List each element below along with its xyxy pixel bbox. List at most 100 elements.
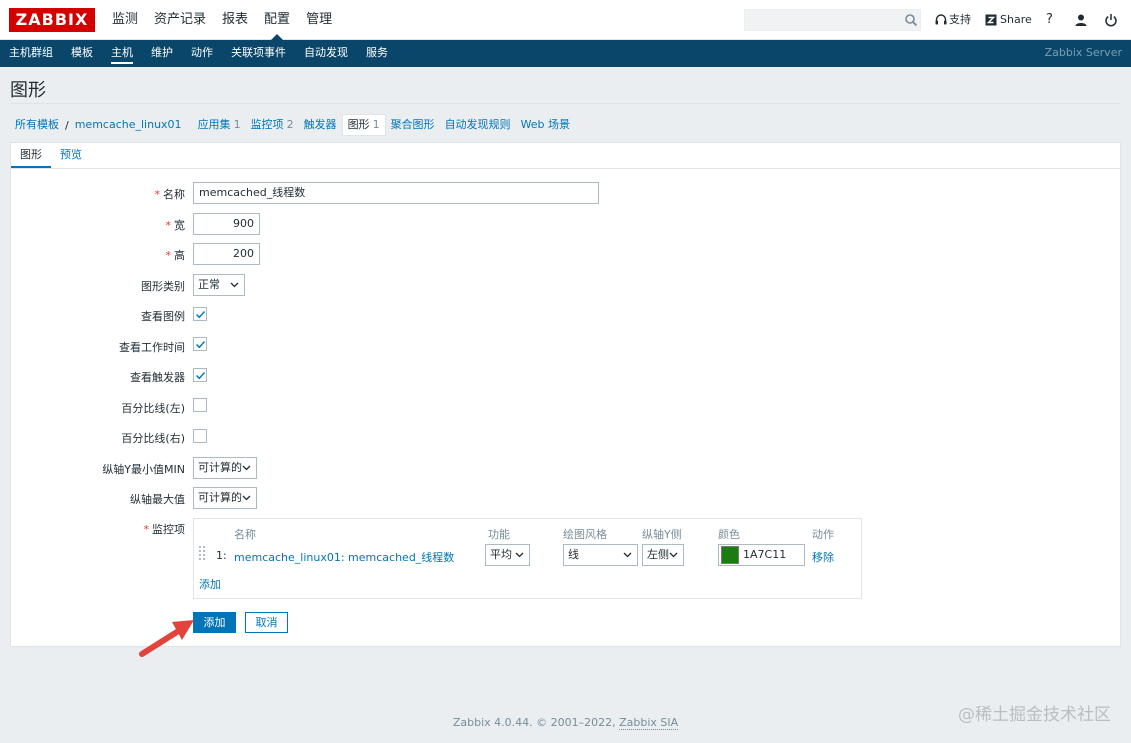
menu-administration[interactable]: 管理: [298, 0, 340, 40]
show-legend-label: 查看图例: [141, 310, 185, 323]
support-label: 支持: [949, 13, 971, 26]
checkmark-icon: [196, 311, 206, 319]
add-item-link[interactable]: 添加: [199, 576, 221, 592]
crumb-items[interactable]: 监控项 2: [246, 115, 299, 135]
required-mark: *: [165, 249, 172, 262]
percentile-left-label: 百分比线(左): [121, 402, 185, 415]
width-label-text: 宽: [174, 219, 185, 232]
help-button[interactable]: ?: [1046, 0, 1053, 40]
menu-inventory[interactable]: 资产记录: [146, 0, 214, 40]
crumb-items-label: 监控项: [250, 118, 284, 131]
show-triggers-checkbox[interactable]: [193, 368, 207, 382]
menu-reports[interactable]: 报表: [214, 0, 256, 40]
graph-type-select[interactable]: 正常: [193, 274, 245, 296]
y-max-select[interactable]: 可计算的: [193, 487, 257, 509]
height-input[interactable]: 200: [193, 243, 260, 265]
user-profile-icon[interactable]: [1074, 13, 1088, 27]
y-axis-side-value: 左侧: [647, 548, 669, 561]
crumb-screens[interactable]: 聚合图形: [386, 115, 440, 135]
percentile-right-label: 百分比线(右): [121, 432, 185, 445]
tab-graph[interactable]: 图形: [11, 143, 51, 168]
form-tabs: 图形 预览: [11, 143, 1120, 169]
y-min-label: 纵轴Y最小值MIN: [102, 463, 185, 476]
subnav-maintenance[interactable]: 维护: [142, 40, 182, 67]
crumb-applications[interactable]: 应用集 1: [193, 115, 246, 135]
subnav-event-correlation[interactable]: 关联项事件: [222, 40, 295, 67]
graph-form-panel: 图形 预览 * 名称 memcached_线程数 * 宽 900 * 高 200 图形…: [10, 142, 1121, 647]
show-triggers-label: 查看触发器: [130, 371, 185, 384]
drag-handle-icon[interactable]: [199, 546, 206, 562]
headset-icon: [935, 14, 947, 25]
show-working-time-label: 查看工作时间: [119, 341, 185, 354]
y-max-label: 纵轴最大值: [130, 493, 185, 506]
subnav-services[interactable]: 服务: [357, 40, 397, 67]
name-input[interactable]: memcached_线程数: [193, 182, 599, 204]
crumb-discovery-rules[interactable]: 自动发现规则: [440, 115, 516, 135]
breadcrumb: 所有模板 / memcache_linux01 应用集 1 监控项 2 触发器 图形…: [10, 114, 575, 136]
search-input[interactable]: [744, 9, 921, 31]
menu-configuration[interactable]: 配置: [256, 0, 298, 40]
cancel-button[interactable]: 取消: [245, 612, 288, 633]
zabbix-logo[interactable]: ZABBIX: [9, 8, 95, 32]
chevron-down-icon: [669, 552, 678, 558]
col-header-function: 功能: [488, 528, 510, 541]
item-name-link[interactable]: memcache_linux01: memcached_线程数: [234, 549, 454, 565]
y-axis-side-select[interactable]: 左侧: [642, 544, 684, 566]
items-label-text: 监控项: [152, 523, 185, 536]
subnav-host-groups[interactable]: 主机群组: [0, 40, 62, 67]
tab-preview[interactable]: 预览: [51, 143, 91, 168]
page-title: 图形: [10, 80, 46, 101]
checkmark-icon: [196, 341, 206, 349]
y-max-value: 可计算的: [198, 491, 242, 504]
crumb-graphs-count: 1: [372, 118, 380, 131]
color-swatch[interactable]: [721, 546, 739, 564]
main-menu: 监测 资产记录 报表 配置 管理: [104, 0, 340, 40]
draw-style-select[interactable]: 线: [563, 544, 638, 566]
menu-monitoring[interactable]: 监测: [104, 0, 146, 40]
footer-company-link[interactable]: Zabbix SIA: [619, 716, 679, 730]
add-button[interactable]: 添加: [193, 612, 236, 633]
crumb-all-templates[interactable]: 所有模板: [10, 115, 64, 135]
y-min-select[interactable]: 可计算的: [193, 457, 257, 479]
chevron-down-icon: [242, 495, 251, 501]
share-label: Share: [1000, 13, 1032, 26]
graph-items-table: 名称 功能 绘图风格 纵轴Y侧 颜色 动作 1: memcache_linux0…: [193, 518, 862, 599]
annotation-arrow-icon: [139, 620, 194, 657]
subnav-templates[interactable]: 模板: [62, 40, 102, 67]
subnav-actions[interactable]: 动作: [182, 40, 222, 67]
remove-item-link[interactable]: 移除: [812, 549, 834, 565]
row-number: 1:: [216, 549, 227, 562]
width-input[interactable]: 900: [193, 213, 260, 235]
percentile-left-checkbox[interactable]: [193, 398, 207, 412]
crumb-host[interactable]: memcache_linux01: [70, 115, 187, 135]
checkmark-icon: [196, 372, 206, 380]
percentile-right-checkbox[interactable]: [193, 429, 207, 443]
required-mark: *: [165, 219, 172, 232]
items-label: * 监控项: [11, 521, 186, 537]
footer-text: Zabbix 4.0.44. © 2001–2022,: [452, 716, 616, 729]
chevron-down-icon: [515, 552, 524, 558]
crumb-items-count: 2: [286, 118, 294, 131]
show-legend-checkbox[interactable]: [193, 307, 207, 321]
crumb-web-scenarios[interactable]: Web 场景: [516, 115, 575, 135]
sign-out-icon[interactable]: [1104, 13, 1118, 27]
support-link[interactable]: 支持: [934, 0, 971, 40]
function-select[interactable]: 平均: [485, 544, 530, 566]
show-working-time-checkbox[interactable]: [193, 337, 207, 351]
function-value: 平均: [490, 548, 512, 561]
crumb-graphs[interactable]: 图形 1: [341, 114, 386, 136]
name-label: * 名称: [11, 186, 186, 202]
draw-style-value: 线: [568, 548, 579, 561]
crumb-triggers[interactable]: 触发器: [299, 115, 342, 135]
chevron-down-icon: [230, 282, 239, 288]
share-z-icon: [985, 14, 997, 26]
subnav-discovery[interactable]: 自动发现: [295, 40, 357, 67]
crumb-graphs-label: 图形: [347, 118, 370, 131]
search-icon[interactable]: [904, 13, 918, 27]
chevron-down-icon: [242, 465, 251, 471]
graph-type-value: 正常: [198, 278, 220, 291]
share-link[interactable]: Share: [984, 0, 1032, 40]
height-label-text: 高: [174, 249, 185, 262]
required-mark: *: [154, 188, 161, 201]
subnav-hosts[interactable]: 主机: [102, 40, 142, 67]
